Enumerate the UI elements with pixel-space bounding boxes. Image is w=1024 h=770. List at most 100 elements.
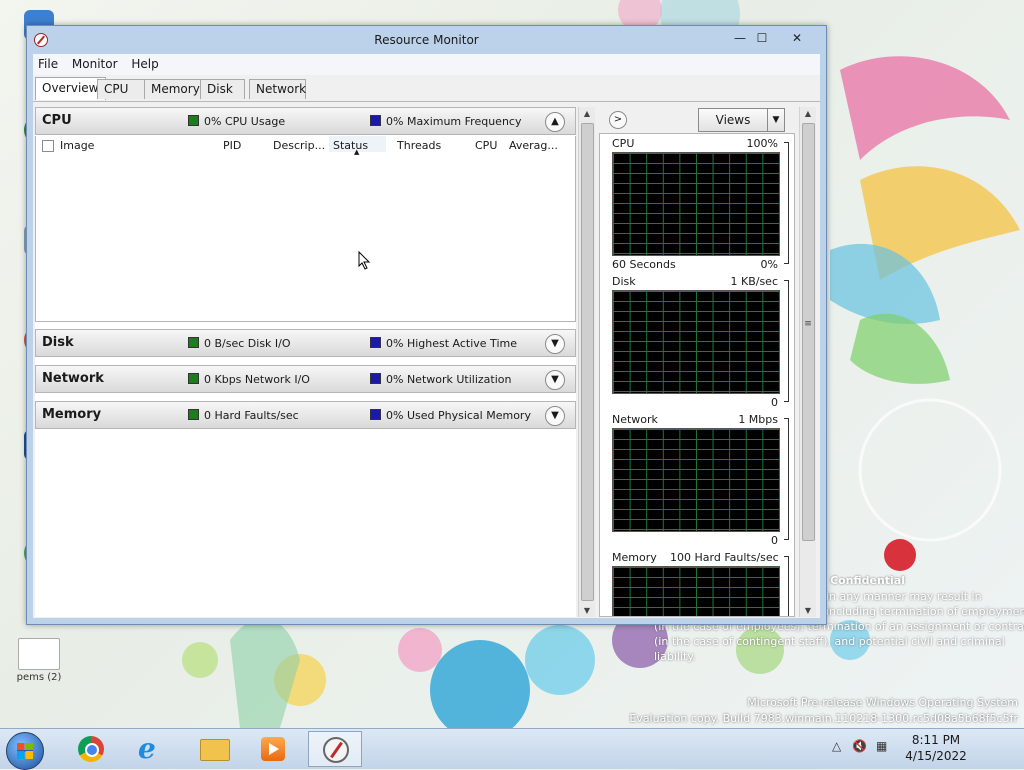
sections-scrollbar[interactable]: ▲ ▼ (578, 107, 595, 617)
start-button[interactable] (6, 732, 44, 770)
taskbar-resource-monitor[interactable] (308, 731, 362, 767)
physical-memory-legend: 0% Used Physical Memory (370, 409, 531, 422)
column-header-description[interactable]: Descrip... (273, 139, 325, 152)
graphs-scrollbar[interactable]: ▲ ≡ ▼ (799, 107, 816, 617)
cpu-graph-title: CPU (612, 137, 635, 150)
column-header-cpu[interactable]: CPU (475, 139, 497, 152)
graph-bracket (784, 280, 789, 402)
cpu-section-header[interactable]: CPU 0% CPU Usage 0% Maximum Frequency ▲ (35, 107, 576, 135)
menu-monitor[interactable]: Monitor (67, 54, 123, 75)
close-button[interactable]: ✕ (782, 28, 812, 48)
memory-section-title: Memory (42, 407, 102, 422)
chrome-icon (78, 736, 104, 762)
maximize-button[interactable]: ☐ (747, 28, 777, 48)
scroll-up-icon[interactable]: ▲ (579, 109, 595, 118)
blue-square-icon (370, 115, 381, 126)
memory-graph (612, 566, 780, 616)
build-watermark: Microsoft Pre-release Windows Operating … (747, 696, 1018, 709)
menu-file[interactable]: File (33, 54, 63, 75)
graphs-panel: > Views ▼ CPU 100% 60 Seconds 0% Disk 1 … (599, 107, 816, 617)
graphs-toolbar: > Views ▼ (599, 107, 795, 133)
internet-explorer-icon: e (138, 732, 156, 765)
green-square-icon (188, 115, 199, 126)
network-section-header[interactable]: Network 0 Kbps Network I/O 0% Network Ut… (35, 365, 576, 393)
column-header-threads[interactable]: Threads (397, 139, 441, 152)
column-header-average[interactable]: Averag... (509, 139, 558, 152)
expand-chevron-icon[interactable]: ▼ (545, 406, 565, 426)
confidential-line: liability. (654, 650, 696, 663)
cpu-process-table: Image PID Descrip... Status ▲ Threads CP… (35, 136, 576, 322)
disk-graph-max: 1 KB/sec (730, 275, 778, 288)
clock-time: 8:11 PM (911, 733, 961, 747)
confidential-title: Confidential (830, 574, 906, 587)
tab-disk[interactable]: Disk (200, 79, 245, 99)
cpu-section-title: CPU (42, 113, 72, 128)
cpu-graph-max: 100% (746, 137, 778, 150)
taskbar-internet-explorer[interactable]: e (124, 731, 178, 767)
title-bar[interactable]: Resource Monitor — ☐ ✕ (27, 26, 826, 54)
confidential-line: including termination of employment (826, 605, 1024, 618)
scroll-thumb[interactable] (802, 123, 815, 541)
scroll-down-icon[interactable]: ▼ (579, 606, 595, 615)
scroll-thumb[interactable] (581, 123, 594, 601)
tab-cpu[interactable]: CPU (97, 79, 145, 99)
disk-graph (612, 290, 780, 394)
taskbar: e △ 🔇 ▦ 8:11 PM 4/15/2022 (0, 728, 1024, 770)
scroll-up-icon[interactable]: ▲ (800, 109, 816, 118)
green-square-icon (188, 409, 199, 420)
expand-chevron-icon[interactable]: ▼ (545, 334, 565, 354)
tab-network[interactable]: Network (249, 79, 306, 99)
scroll-down-icon[interactable]: ▼ (800, 606, 816, 615)
tab-overview[interactable]: Overview (35, 77, 106, 100)
window-title: Resource Monitor (374, 33, 479, 47)
collapse-chevron-icon[interactable]: ▲ (545, 112, 565, 132)
disk-graph-title: Disk (612, 275, 636, 288)
cpu-frequency-legend: 0% Maximum Frequency (370, 115, 521, 128)
build-watermark: Evaluation copy. Build 7983.winmain.1102… (629, 712, 1018, 725)
desktop-icon-pems[interactable]: pems (2) (14, 638, 64, 683)
system-clock[interactable]: 8:11 PM 4/15/2022 (900, 732, 972, 764)
cpu-usage-legend: 0% CPU Usage (188, 115, 285, 128)
column-header-image[interactable]: Image (60, 139, 94, 152)
memory-graph-max: 100 Hard Faults/sec (670, 551, 779, 564)
column-header-status[interactable]: Status (333, 139, 368, 152)
network-utilization-legend: 0% Network Utilization (370, 373, 512, 386)
show-hidden-icons-chevron-icon[interactable]: △ (832, 739, 841, 753)
confidential-line: (in the case of contingent staff), and p… (654, 635, 1005, 648)
folder-icon (200, 739, 230, 761)
blue-square-icon (370, 373, 381, 384)
tab-memory[interactable]: Memory (144, 79, 201, 99)
network-tray-icon[interactable]: ▦ (876, 739, 887, 753)
select-all-checkbox[interactable] (42, 140, 54, 152)
windows-logo-icon (17, 743, 33, 759)
hard-faults-legend: 0 Hard Faults/sec (188, 409, 299, 422)
blue-square-icon (370, 337, 381, 348)
network-graph-title: Network (612, 413, 658, 426)
column-header-pid[interactable]: PID (223, 139, 241, 152)
cpu-graph-min: 0% (760, 258, 778, 271)
network-section-title: Network (42, 371, 104, 386)
network-graph-max: 1 Mbps (738, 413, 778, 426)
clock-date: 4/15/2022 (905, 749, 967, 763)
expand-panel-icon[interactable]: > (609, 111, 627, 129)
grip-icon: ≡ (804, 319, 812, 329)
disk-section-title: Disk (42, 335, 74, 350)
disk-active-legend: 0% Highest Active Time (370, 337, 517, 350)
disk-graph-min: 0 (771, 396, 778, 409)
views-dropdown[interactable]: Views ▼ (698, 108, 785, 132)
volume-muted-icon[interactable]: 🔇 (852, 739, 867, 753)
dropdown-arrow-icon[interactable]: ▼ (767, 109, 784, 131)
overview-content: CPU 0% CPU Usage 0% Maximum Frequency ▲ … (33, 102, 820, 618)
green-square-icon (188, 337, 199, 348)
menu-help[interactable]: Help (126, 54, 163, 75)
taskbar-chrome[interactable] (62, 731, 116, 767)
memory-graph-title: Memory (612, 551, 657, 564)
taskbar-file-explorer[interactable] (186, 731, 240, 767)
expand-chevron-icon[interactable]: ▼ (545, 370, 565, 390)
memory-section-header[interactable]: Memory 0 Hard Faults/sec 0% Used Physica… (35, 401, 576, 429)
taskbar-media-player[interactable] (246, 731, 300, 767)
sections-panel: CPU 0% CPU Usage 0% Maximum Frequency ▲ … (35, 107, 576, 617)
sort-up-icon: ▲ (354, 148, 360, 156)
disk-section-header[interactable]: Disk 0 B/sec Disk I/O 0% Highest Active … (35, 329, 576, 357)
mouse-cursor-icon (358, 251, 371, 270)
